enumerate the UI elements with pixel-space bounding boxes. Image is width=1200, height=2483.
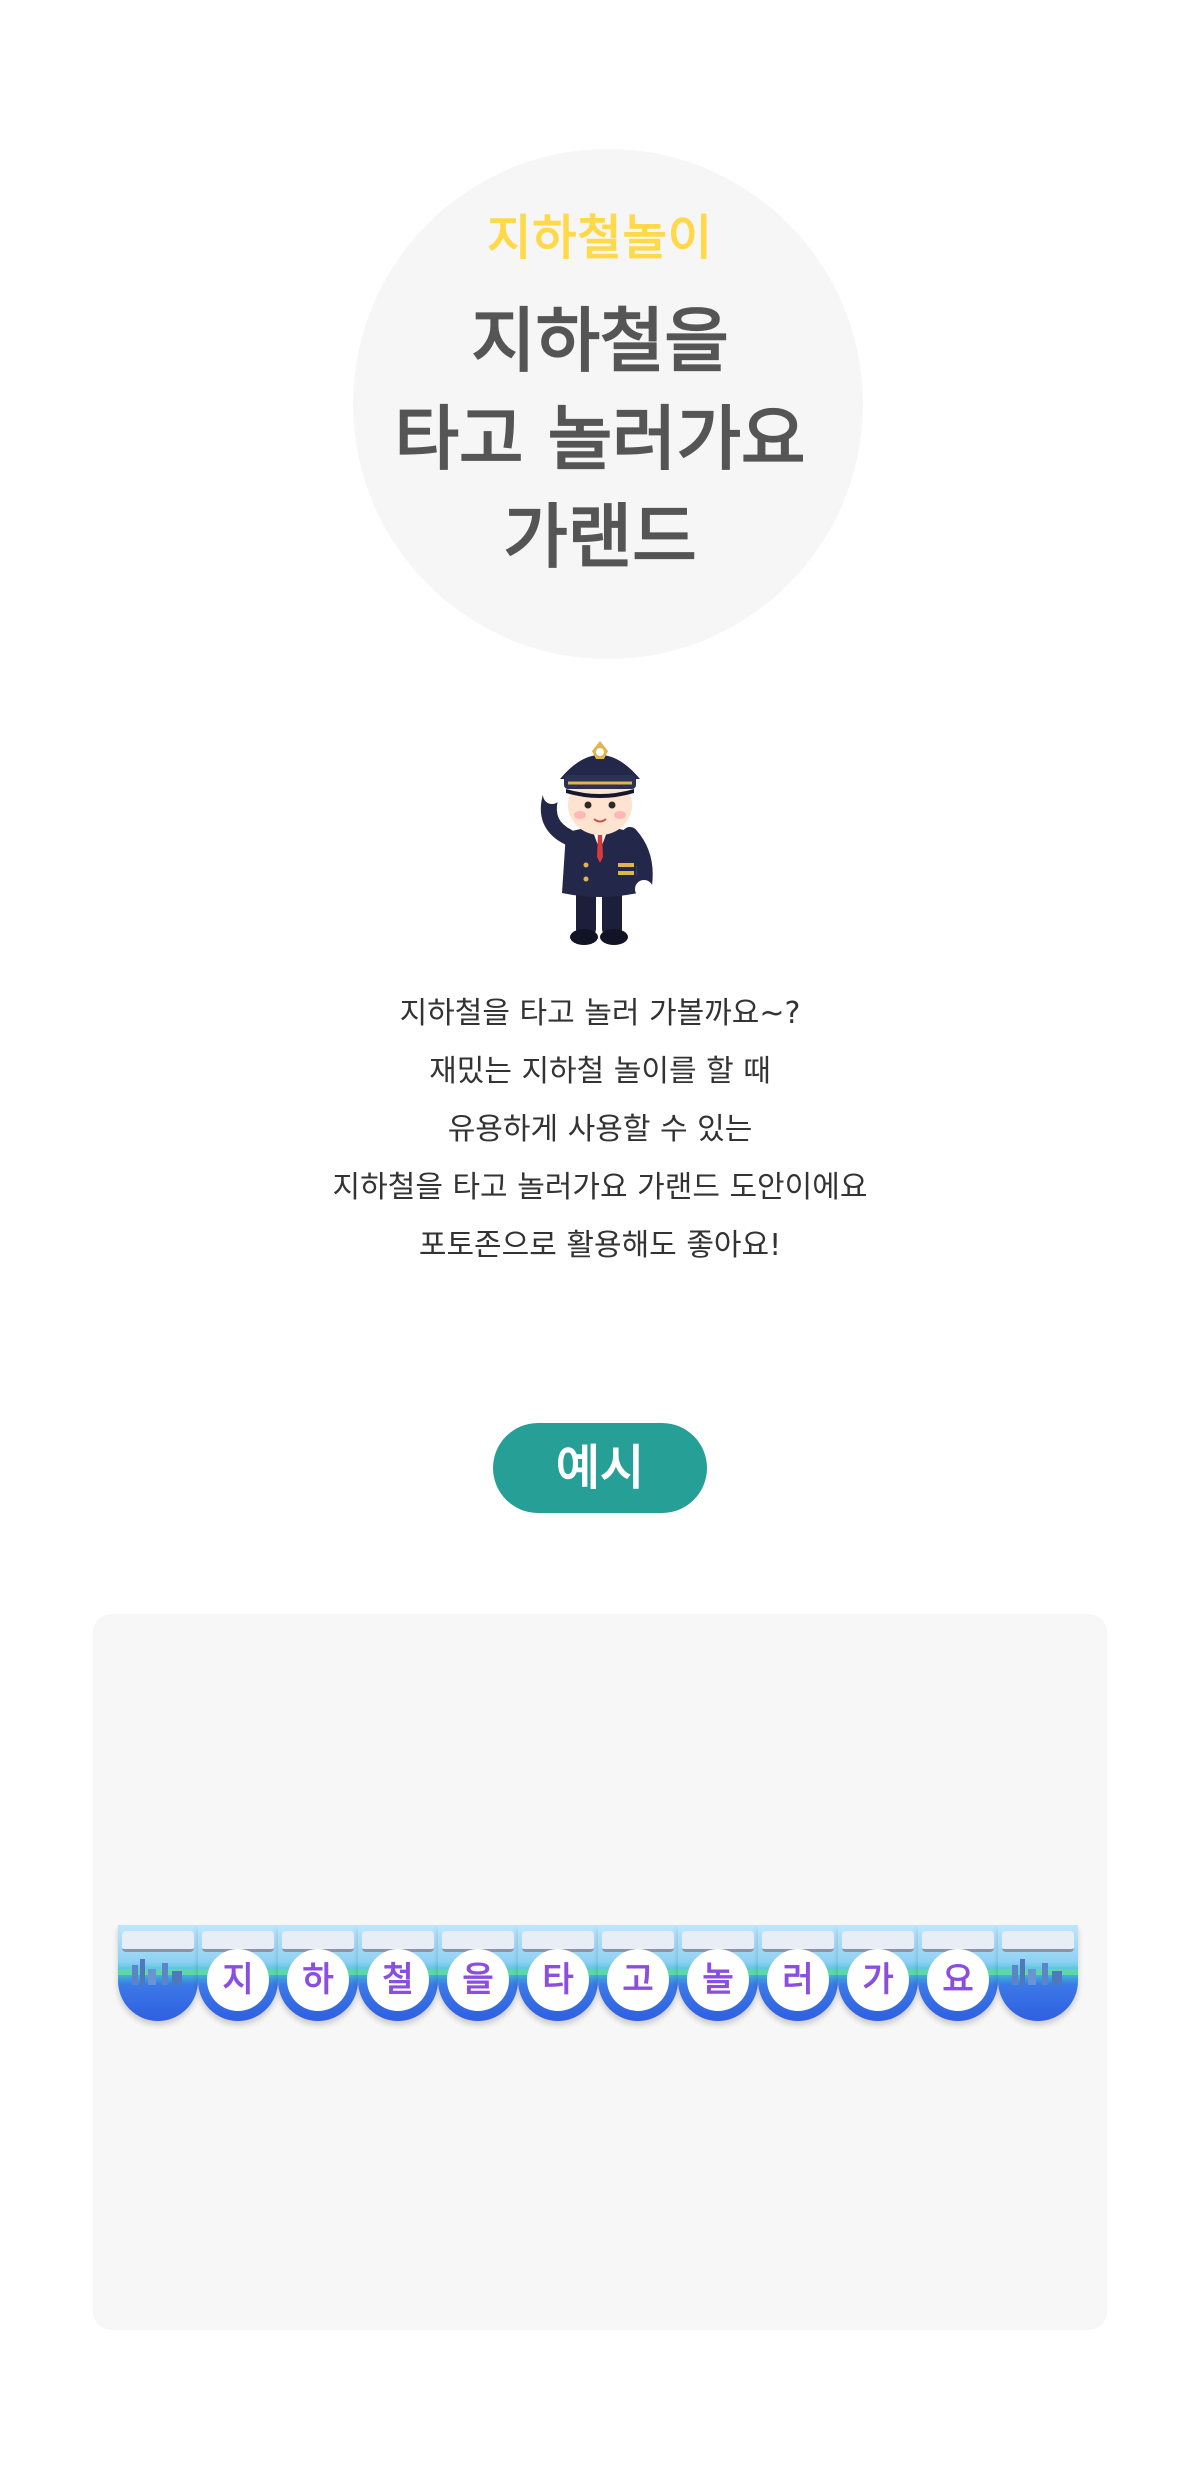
garland-letter: 타 [527, 1949, 589, 2011]
garland-letter: 철 [367, 1949, 429, 2011]
garland-letter: 가 [847, 1949, 909, 2011]
description-line: 포토존으로 활용해도 좋아요! [418, 1228, 782, 1263]
garland-letter: 요 [927, 1949, 989, 2011]
description: 지하철을 타고 놀러 가볼까요~? 재밌는 지하철 놀이를 할 때 유용하게 사… [0, 985, 1200, 1275]
garland-end-pennant [118, 1925, 198, 2021]
example-badge: 예시 [493, 1423, 707, 1513]
garland-pennant: 고 [598, 1925, 678, 2021]
page-title-line: 타고 놀러가요 [394, 398, 806, 480]
page-title-line: 가랜드 [503, 496, 697, 578]
garland-preview: 지하철을타고놀러가요 [118, 1925, 1080, 2021]
city-skyline-icon [1008, 1955, 1068, 1985]
garland-letter: 하 [287, 1949, 349, 2011]
page-title: 지하철을 타고 놀러가요 가랜드 [0, 292, 1200, 586]
garland-pennant: 타 [518, 1925, 598, 2021]
train-icon [1002, 1931, 1074, 1952]
garland-pennant: 요 [918, 1925, 998, 2021]
garland-letter: 놀 [687, 1949, 749, 2011]
train-icon [122, 1931, 194, 1952]
garland-pennant: 철 [358, 1925, 438, 2021]
subtitle: 지하철놀이 [487, 210, 713, 266]
garland-pennant: 하 [278, 1925, 358, 2021]
garland-pennant: 놀 [678, 1925, 758, 2021]
page-title-line: 지하철을 [471, 300, 729, 382]
garland-letter: 지 [207, 1949, 269, 2011]
description-line: 재밌는 지하철 놀이를 할 때 [429, 1054, 771, 1089]
garland-pennant: 가 [838, 1925, 918, 2021]
city-skyline-icon [128, 1955, 188, 1985]
garland-end-pennant [998, 1925, 1078, 2021]
garland-pennant: 지 [198, 1925, 278, 2021]
garland-letter: 러 [767, 1949, 829, 2011]
description-line: 유용하게 사용할 수 있는 [447, 1112, 753, 1147]
train-conductor-illustration [540, 741, 653, 945]
garland-pennant: 러 [758, 1925, 838, 2021]
garland-letter: 고 [607, 1949, 669, 2011]
garland-pennant: 을 [438, 1925, 518, 2021]
description-line: 지하철을 타고 놀러가요 가랜드 도안이에요 [332, 1170, 868, 1205]
garland-letter: 을 [447, 1949, 509, 2011]
description-line: 지하철을 타고 놀러 가볼까요~? [399, 996, 801, 1031]
